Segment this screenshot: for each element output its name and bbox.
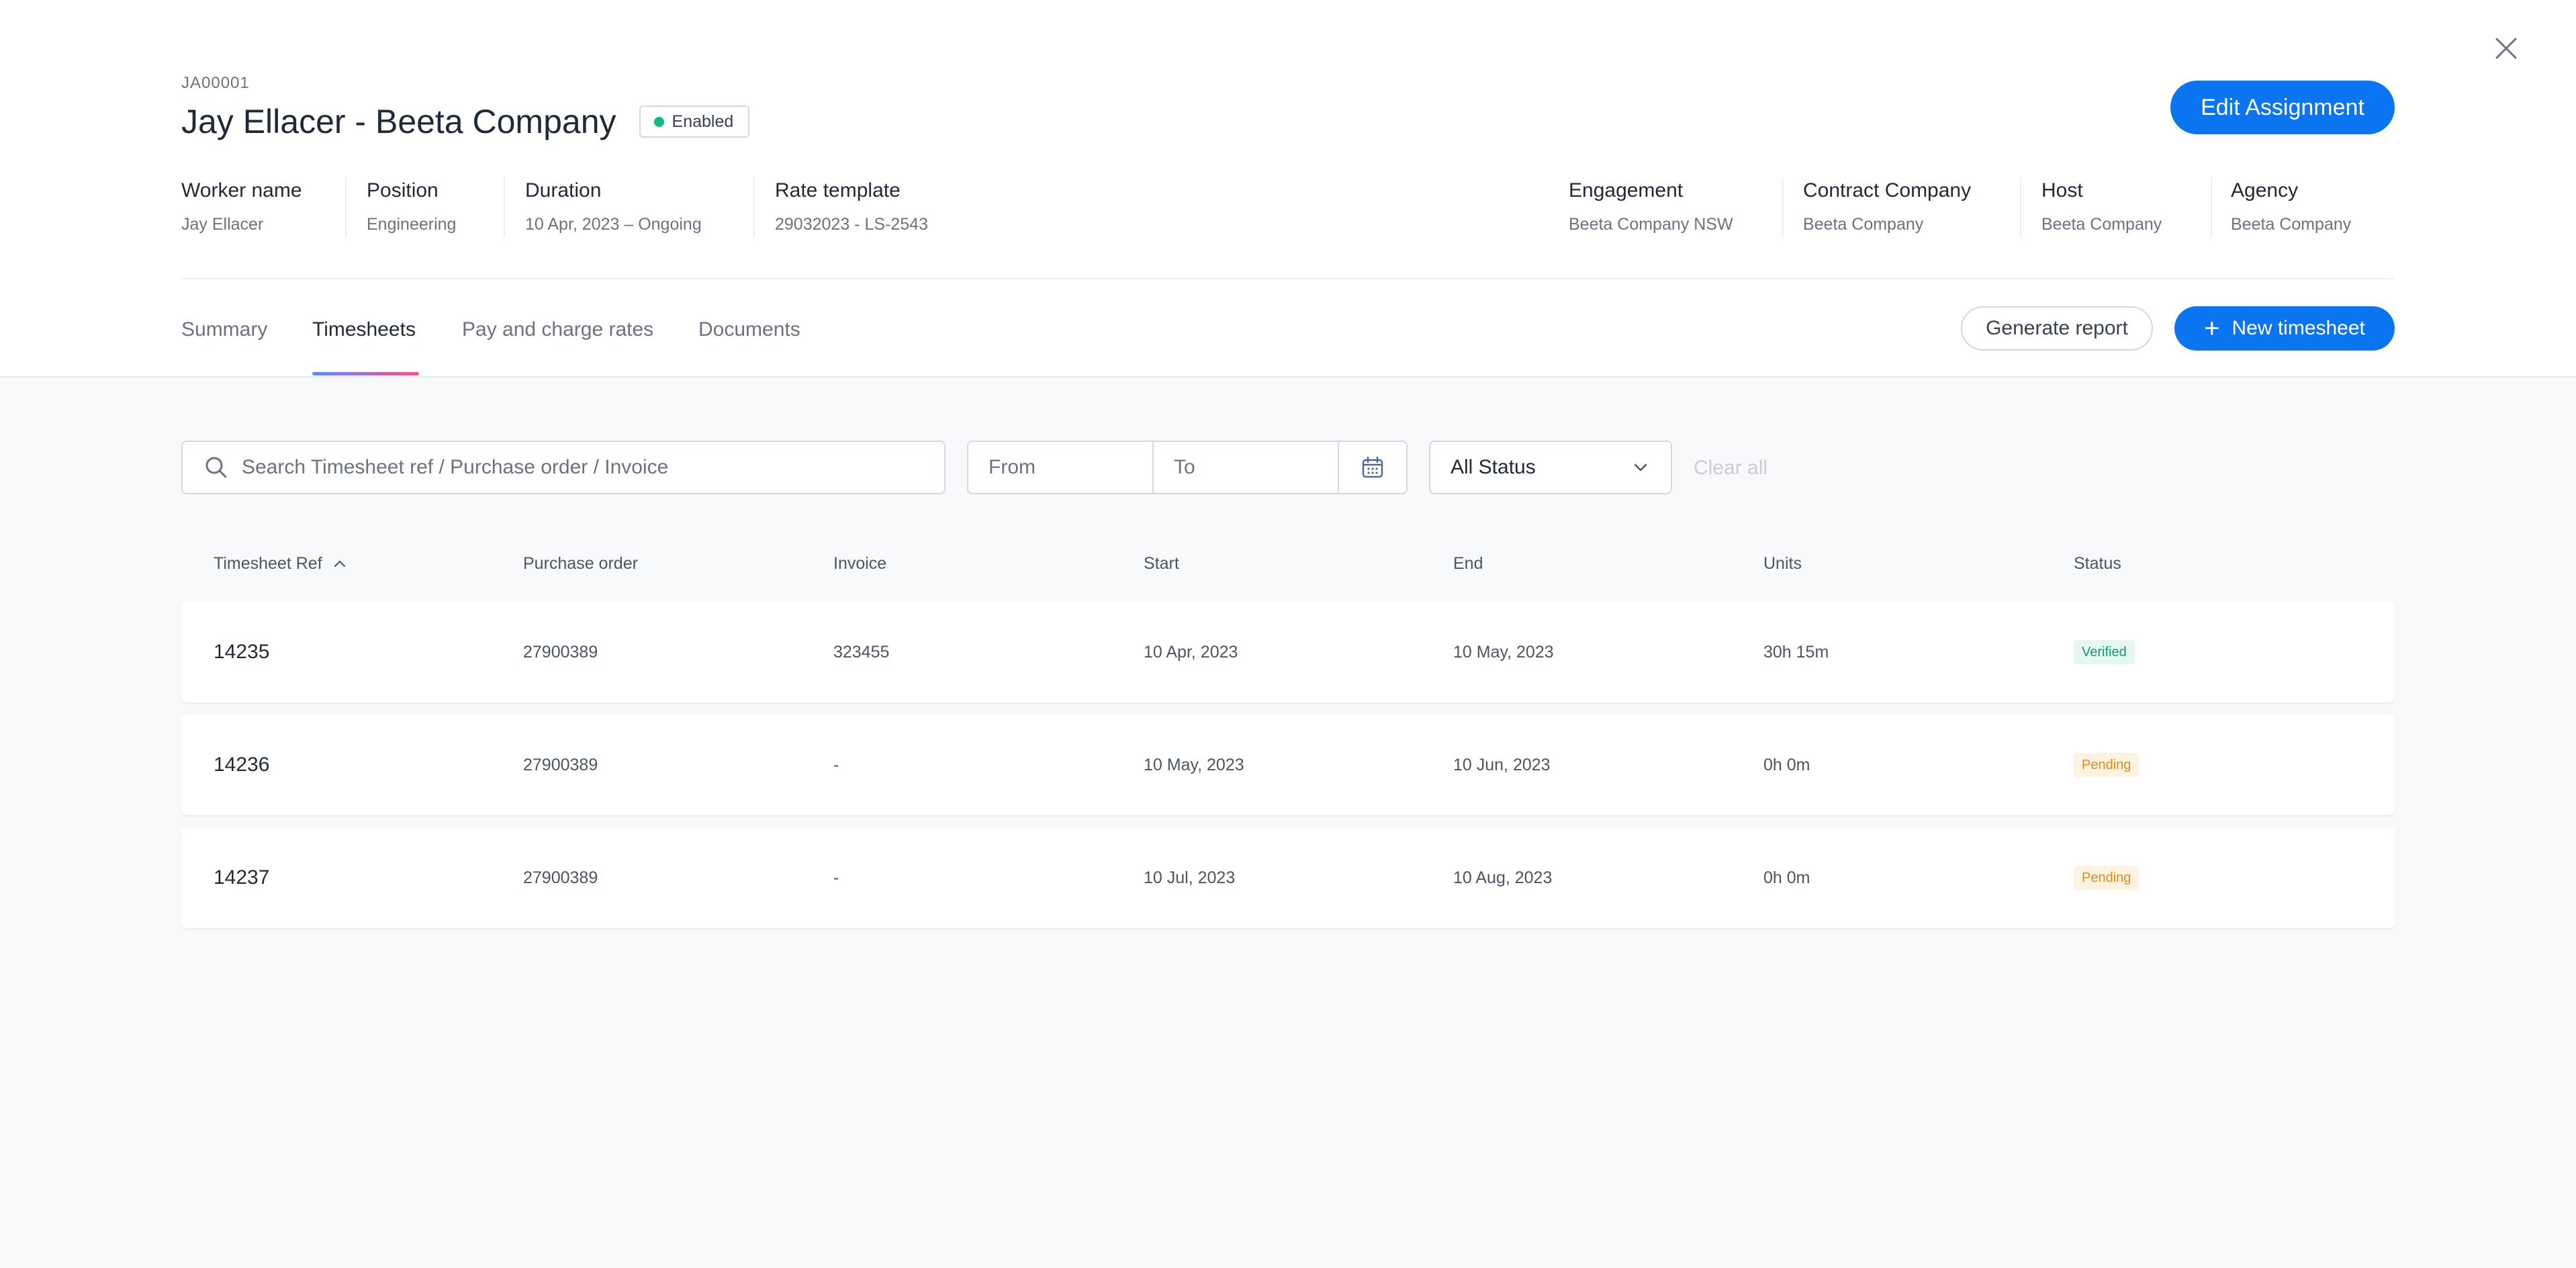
meta-label: Worker name [181,179,302,201]
cell-units: 0h 0m [1763,755,1810,774]
meta-separator [2211,177,2212,238]
meta-label: Contract Company [1803,179,1972,201]
new-timesheet-label: New timesheet [2232,317,2365,339]
meta-value: Beeta Company [2041,215,2162,234]
meta-engagement: Engagement Beeta Company NSW [1569,177,1733,236]
cell-end: 10 Aug, 2023 [1453,868,1553,887]
meta-value: 29032023 - LS-2543 [775,215,928,234]
meta-separator [345,177,347,238]
edit-assignment-button[interactable]: Edit Assignment [2170,81,2395,134]
table-row[interactable]: 14237 27900389 - 10 Jul, 2023 10 Aug, 20… [181,827,2395,928]
assignment-ref-id: JA00001 [181,74,250,92]
meta-label: Rate template [775,179,901,201]
cell-invoice: - [833,755,839,774]
meta-label: Engagement [1569,179,1684,201]
column-header-status[interactable]: Status [2074,554,2121,574]
cell-status: Verified [2074,602,2135,703]
cell-invoice: - [833,868,839,887]
assignment-header: JA00001 Jay Ellacer - Beeta Company Enab… [0,0,2576,377]
status-filter-value: All Status [1451,456,1536,478]
status-badge: Enabled [639,105,750,138]
timesheets-panel [0,377,2576,1268]
cell-units: 0h 0m [1763,868,1810,887]
new-timesheet-button[interactable]: + New timesheet [2174,306,2395,351]
meta-value: Beeta Company NSW [1569,215,1733,234]
meta-value: Jay Ellacer [181,215,264,234]
calendar-icon [1362,456,1383,478]
meta-position: Position Engineering [367,177,456,236]
meta-separator [753,177,755,238]
column-header-units[interactable]: Units [1763,554,1802,574]
meta-value: Beeta Company [1803,215,1924,234]
search-box[interactable] [181,441,946,494]
status-filter-select[interactable]: All Status [1429,441,1672,494]
status-badge-pending: Pending [2074,866,2140,890]
meta-separator [2020,177,2021,238]
meta-value: Beeta Company [2231,215,2352,234]
cell-start: 10 Apr, 2023 [1144,642,1238,662]
column-header-timesheet-ref[interactable]: Timesheet Ref [214,554,348,574]
column-header-invoice[interactable]: Invoice [833,554,886,574]
meta-agency: Agency Beeta Company [2231,177,2351,236]
cell-timesheet-ref: 14237 [214,866,270,889]
sort-ascending-icon [334,560,345,567]
date-to-field[interactable]: To [1154,442,1339,493]
active-tab-indicator [312,372,419,375]
meta-duration: Duration 10 Apr, 2023 – Ongoing [525,177,702,236]
cell-timesheet-ref: 14236 [214,754,270,776]
chevron-down-icon [1634,463,1647,471]
page-title: Jay Ellacer - Beeta Company [181,103,616,140]
header-divider [181,278,2395,279]
cell-purchase-order: 27900389 [523,755,598,774]
cell-start: 10 May, 2023 [1144,755,1244,774]
table-row[interactable]: 14235 27900389 323455 10 Apr, 2023 10 Ma… [181,602,2395,703]
meta-rate-template: Rate template 29032023 - LS-2543 [775,177,928,236]
close-icon [2495,38,2517,59]
meta-value: Engineering [367,215,457,234]
table-row[interactable]: 14236 27900389 - 10 May, 2023 10 Jun, 20… [181,715,2395,815]
status-badge-verified: Verified [2074,640,2135,664]
meta-worker-name: Worker name Jay Ellacer [181,177,302,236]
cell-invoice: 323455 [833,642,890,662]
tab-summary[interactable]: Summary [181,318,267,341]
cell-purchase-order: 27900389 [523,642,598,662]
column-header-label: Timesheet Ref [214,554,322,573]
status-dot-icon [653,116,664,127]
meta-value: 10 Apr, 2023 – Ongoing [525,215,702,234]
cell-end: 10 May, 2023 [1453,642,1554,662]
status-badge-label: Enabled [672,111,734,131]
column-header-end[interactable]: End [1453,554,1483,574]
cell-purchase-order: 27900389 [523,868,598,887]
status-badge-pending: Pending [2074,753,2140,777]
meta-label: Agency [2231,179,2299,201]
search-input[interactable] [242,456,913,479]
date-from-field[interactable]: From [968,442,1154,493]
search-icon [205,457,227,478]
meta-contract-company: Contract Company Beeta Company [1803,177,1971,236]
meta-separator [1782,177,1784,238]
tab-documents[interactable]: Documents [698,318,800,341]
date-range-picker: From To [967,441,1408,494]
calendar-button[interactable] [1339,442,1406,493]
tab-pay-and-charge-rates[interactable]: Pay and charge rates [462,318,653,341]
close-button[interactable] [2490,32,2522,64]
cell-status: Pending [2074,827,2140,928]
title-row: Jay Ellacer - Beeta Company Enabled [181,102,750,141]
meta-label: Position [367,179,439,201]
cell-end: 10 Jun, 2023 [1453,755,1551,774]
clear-all-button[interactable]: Clear all [1694,457,1767,480]
column-header-purchase-order[interactable]: Purchase order [523,554,638,574]
plus-icon: + [2204,314,2220,343]
cell-units: 30h 15m [1763,642,1829,662]
tab-timesheets[interactable]: Timesheets [312,318,416,341]
cell-start: 10 Jul, 2023 [1144,868,1236,887]
cell-status: Pending [2074,715,2140,815]
generate-report-button[interactable]: Generate report [1961,306,2153,351]
meta-label: Duration [525,179,602,201]
meta-separator [504,177,505,238]
column-header-start[interactable]: Start [1144,554,1179,574]
meta-label: Host [2041,179,2083,201]
meta-host: Host Beeta Company [2041,177,2162,236]
cell-timesheet-ref: 14235 [214,641,270,663]
